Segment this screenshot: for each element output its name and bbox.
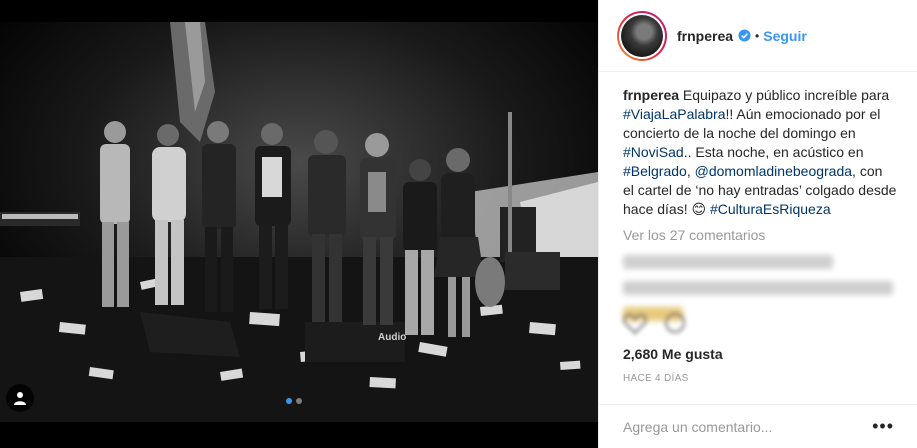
post-photo[interactable]: Audio [0, 22, 598, 422]
like-count[interactable]: 2,680 Me gusta [623, 346, 723, 362]
heart-icon[interactable] [623, 312, 647, 334]
caption-hashtag-link[interactable]: #NoviSad [623, 144, 684, 160]
blurred-comment [623, 281, 893, 295]
post-actions [623, 312, 687, 334]
view-comments-link[interactable]: Ver los 27 comentarios [599, 219, 917, 243]
comment-input[interactable] [623, 418, 863, 435]
concert-photo-illustration: Audio [0, 22, 598, 422]
verified-badge-icon [738, 29, 751, 42]
caption-text: Equipazo y público increíble para #Viaja… [623, 87, 896, 217]
user-tag-icon [14, 392, 26, 405]
caption-text-segment: .. Esta noche, en acústico en [683, 144, 864, 160]
user-tag-button[interactable] [6, 384, 34, 412]
caption-text-segment: Equipazo y público increíble para [682, 87, 890, 103]
avatar-ring[interactable] [617, 10, 667, 61]
caption-hashtag-link[interactable]: #CulturaEsRiqueza [710, 201, 831, 217]
separator-dot: • [755, 28, 760, 43]
caption-hashtag-link[interactable]: #Belgrado [623, 163, 687, 179]
post-side-panel: frnperea • Seguir frnperea Equipazo y pú… [598, 0, 917, 448]
caption-text-segment: , [686, 163, 695, 179]
username-link[interactable]: frnperea [677, 28, 733, 44]
follow-button[interactable]: Seguir [763, 28, 807, 44]
more-options-icon[interactable]: ••• [872, 416, 894, 437]
post-timestamp: HACE 4 DÍAS [623, 373, 689, 384]
photo-panel: Audio [0, 0, 598, 448]
caption-mention-link[interactable]: @domomladinebeograda [695, 163, 852, 179]
comment-icon[interactable] [663, 312, 687, 334]
photo-mark-text: Audio [378, 332, 406, 343]
blurred-comment [623, 255, 833, 269]
blurred-comments [599, 243, 917, 321]
avatar [621, 14, 663, 57]
carousel-dot[interactable] [296, 398, 302, 404]
carousel-dot-active[interactable] [286, 398, 292, 404]
caption-hashtag-link[interactable]: #ViajaLaPalabra [623, 106, 726, 122]
caption-username[interactable]: frnperea [623, 87, 679, 103]
post-header: frnperea • Seguir [599, 0, 917, 72]
comment-bar: ••• [599, 404, 917, 448]
post-caption: frnperea Equipazo y público increíble pa… [599, 72, 917, 219]
carousel-dots [286, 398, 302, 404]
